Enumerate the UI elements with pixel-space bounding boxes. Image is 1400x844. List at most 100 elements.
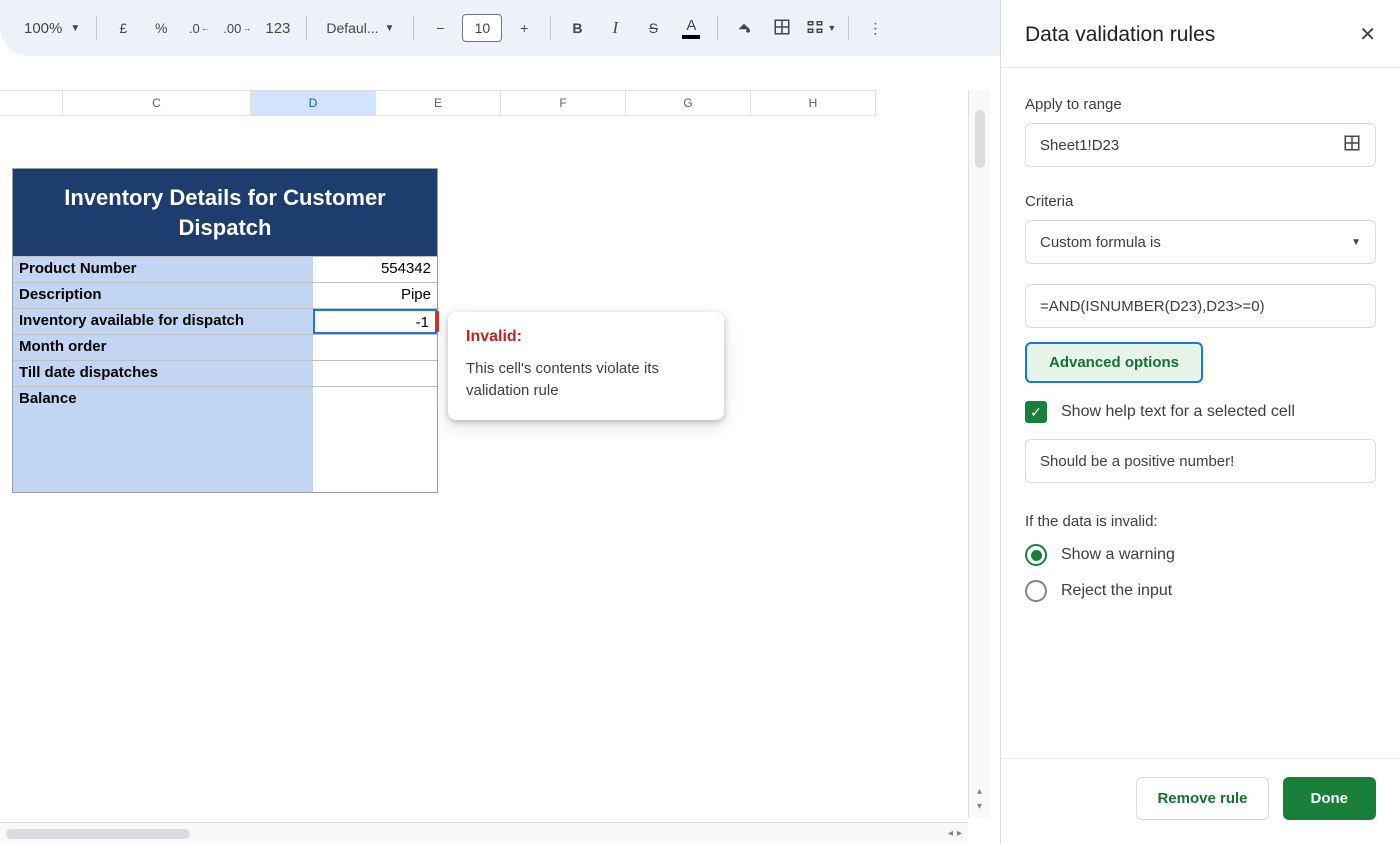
increase-decimal-button[interactable]: .00→ <box>219 10 255 46</box>
table-row: Month order <box>13 334 437 360</box>
column-header[interactable]: E <box>376 90 501 116</box>
show-help-text-checkbox[interactable]: ✓ <box>1025 401 1047 423</box>
decrease-decimal-button[interactable]: .0← <box>181 10 217 46</box>
formula-input[interactable]: =AND(ISNUMBER(D23),D23>=0) <box>1025 284 1376 328</box>
radio-reject-input-row[interactable]: Reject the input <box>1025 580 1376 602</box>
range-value: Sheet1!D23 <box>1040 137 1119 154</box>
close-icon: ✕ <box>1359 24 1376 46</box>
more-vertical-icon: ⋮ <box>868 20 882 37</box>
separator <box>717 16 718 40</box>
criteria-dropdown[interactable]: Custom formula is ▼ <box>1025 220 1376 264</box>
decrease-font-button[interactable]: − <box>422 10 458 46</box>
separator <box>413 16 414 40</box>
borders-button[interactable] <box>764 10 800 46</box>
percent-button[interactable]: % <box>143 10 179 46</box>
column-headers: C D E F G H <box>0 90 990 116</box>
table-tail <box>13 412 437 492</box>
scroll-down-icon[interactable]: ▾ <box>977 801 982 812</box>
row-value[interactable] <box>313 387 437 412</box>
row-label[interactable]: Till date dispatches <box>13 361 313 386</box>
strikethrough-button[interactable]: S <box>635 10 671 46</box>
tail-right[interactable] <box>313 412 437 492</box>
show-help-text-label: Show help text for a selected cell <box>1061 403 1295 421</box>
column-header[interactable]: H <box>751 90 876 116</box>
apply-to-range-input[interactable]: Sheet1!D23 <box>1025 123 1376 167</box>
row-value[interactable]: 554342 <box>313 257 437 282</box>
text-color-letter: A <box>686 17 696 34</box>
scroll-right-icon[interactable]: ▸ <box>957 828 962 839</box>
row-label[interactable]: Inventory available for dispatch <box>13 309 313 334</box>
row-label[interactable]: Product Number <box>13 257 313 282</box>
scroll-left-icon[interactable]: ◂ <box>948 828 953 839</box>
number-format-button[interactable]: 123 <box>257 10 298 46</box>
panel-body: Apply to range Sheet1!D23 Criteria Custo… <box>1001 68 1400 758</box>
panel-title: Data validation rules <box>1025 23 1215 47</box>
column-header[interactable]: F <box>501 90 626 116</box>
zoom-dropdown[interactable]: 100% ▼ <box>16 10 88 46</box>
advanced-options-button[interactable]: Advanced options <box>1025 342 1203 383</box>
fill-icon <box>735 18 753 39</box>
help-text-input[interactable]: Should be a positive number! <box>1025 439 1376 483</box>
text-color-button[interactable]: A <box>673 10 709 46</box>
checkmark-icon: ✓ <box>1030 404 1042 421</box>
row-value[interactable] <box>313 335 437 360</box>
increase-font-button[interactable]: + <box>506 10 542 46</box>
scroll-thumb[interactable] <box>6 829 190 839</box>
radio-reject-input[interactable] <box>1025 580 1047 602</box>
column-header[interactable]: D <box>251 90 376 116</box>
row-label[interactable]: Description <box>13 283 313 308</box>
caret-down-icon: ▼ <box>827 23 836 33</box>
column-header[interactable]: C <box>63 90 251 116</box>
horizontal-scrollbar[interactable]: ◂ ▸ <box>0 822 968 844</box>
radio-show-warning-label: Show a warning <box>1061 546 1175 564</box>
vertical-scrollbar[interactable]: ▴ ▾ <box>968 90 990 818</box>
scroll-thumb[interactable] <box>975 110 985 168</box>
done-button[interactable]: Done <box>1283 777 1377 820</box>
show-help-text-row[interactable]: ✓ Show help text for a selected cell <box>1025 401 1376 423</box>
column-header-edge[interactable] <box>0 90 63 116</box>
inventory-table: Inventory Details for Customer Dispatch … <box>12 168 438 493</box>
invalid-data-heading: If the data is invalid: <box>1025 513 1376 530</box>
column-header[interactable]: G <box>626 90 751 116</box>
select-range-icon[interactable] <box>1343 134 1361 157</box>
caret-down-icon: ▼ <box>70 23 80 34</box>
row-value[interactable]: Pipe <box>313 283 437 308</box>
font-family-dropdown[interactable]: Defaul... ▼ <box>315 10 405 46</box>
scroll-arrows: ▴ ▾ <box>977 786 982 818</box>
italic-button[interactable]: I <box>597 10 633 46</box>
row-label[interactable]: Balance <box>13 387 313 412</box>
panel-header: Data validation rules ✕ <box>1001 0 1400 68</box>
help-text-value: Should be a positive number! <box>1040 453 1234 470</box>
tail-left[interactable] <box>13 412 313 492</box>
panel-footer: Remove rule Done <box>1001 758 1400 844</box>
radio-show-warning-row[interactable]: Show a warning <box>1025 544 1376 566</box>
scroll-up-icon[interactable]: ▴ <box>977 786 982 797</box>
scroll-arrows: ◂ ▸ <box>948 828 968 839</box>
title-line2: Dispatch <box>179 215 272 240</box>
apply-to-range-label: Apply to range <box>1025 96 1376 113</box>
cells-area[interactable]: Inventory Details for Customer Dispatch … <box>0 116 990 844</box>
criteria-label: Criteria <box>1025 193 1376 210</box>
selected-cell[interactable]: -1 <box>313 309 437 334</box>
caret-down-icon: ▼ <box>1351 237 1361 248</box>
remove-rule-button[interactable]: Remove rule <box>1136 777 1268 820</box>
more-button[interactable]: ⋮ <box>857 10 893 46</box>
text-color-swatch <box>682 35 700 39</box>
separator <box>96 16 97 40</box>
row-value[interactable] <box>313 361 437 386</box>
row-label[interactable]: Month order <box>13 335 313 360</box>
font-name-label: Defaul... <box>326 20 378 36</box>
merge-icon <box>806 18 824 39</box>
radio-show-warning[interactable] <box>1025 544 1047 566</box>
separator <box>848 16 849 40</box>
merge-cells-button[interactable]: ▼ <box>802 10 840 46</box>
criteria-selected: Custom formula is <box>1040 234 1161 251</box>
caret-down-icon: ▼ <box>385 23 395 34</box>
font-size-input[interactable]: 10 <box>462 14 502 42</box>
title-line1: Inventory Details for Customer <box>64 185 386 210</box>
close-button[interactable]: ✕ <box>1359 22 1376 47</box>
tooltip-title: Invalid: <box>466 328 706 346</box>
bold-button[interactable]: B <box>559 10 595 46</box>
fill-color-button[interactable] <box>726 10 762 46</box>
currency-button[interactable]: £ <box>105 10 141 46</box>
